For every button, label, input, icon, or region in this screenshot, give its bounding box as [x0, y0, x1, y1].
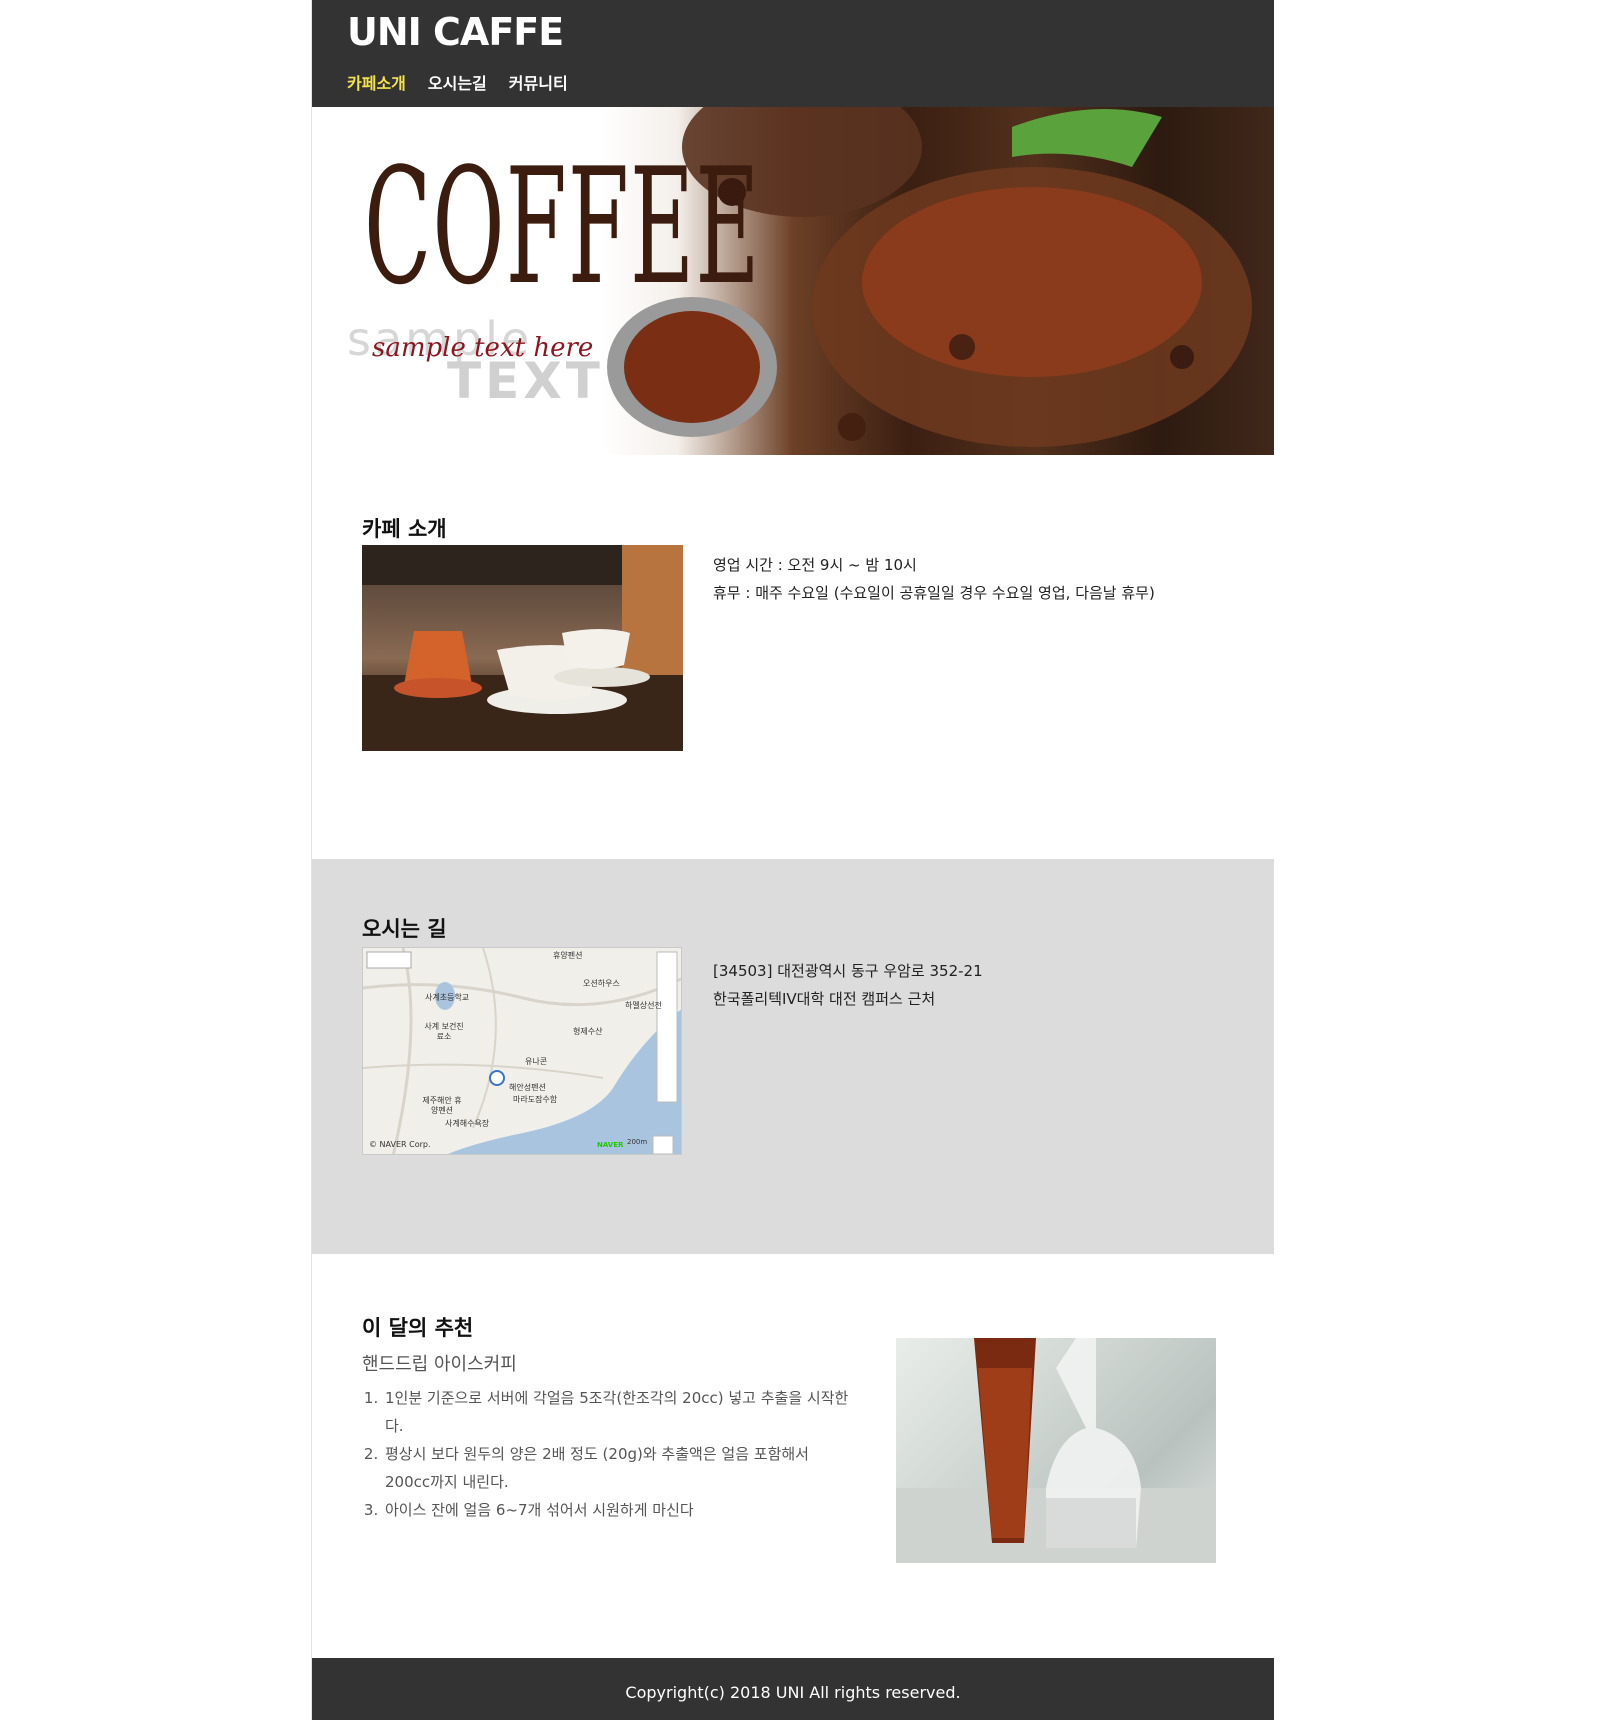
naver-logo: NAVER — [597, 1141, 624, 1149]
map-label-8: 제주해안 휴양펜션 — [422, 1096, 462, 1115]
hero-script-text: sample text here — [372, 333, 594, 363]
map-label-5: 사계 보건진료소 — [424, 1022, 464, 1041]
site-footer: Copyright(c) 2018 UNI All rights reserve… — [312, 1658, 1274, 1720]
map-label-2: 오션하우스 — [583, 979, 620, 988]
nav-item-community[interactable]: 커뮤니티 — [509, 70, 568, 94]
map-label-10: 마라도잠수함 — [513, 1095, 558, 1104]
recommend-subtitle: 핸드드립 아이스커피 — [362, 1354, 517, 1375]
map-label-9: 해안성펜션 — [509, 1083, 546, 1092]
map-copyright: © NAVER Corp. — [369, 1140, 431, 1149]
map-label-7: 유나콘 — [525, 1057, 548, 1066]
map-label-6: 형제수산 — [573, 1027, 603, 1036]
map-label-1: 휴양펜션 — [553, 951, 583, 960]
about-title: 카페 소개 — [362, 517, 447, 541]
map-label-3: 사계초등학교 — [425, 993, 470, 1002]
recommend-section: 이 달의 추천 핸드드립 아이스커피 1인분 기준으로 서버에 각얼음 5조각(… — [312, 1254, 1274, 1658]
hero-banner: COFFEE sample TEXT sample text here — [312, 107, 1274, 456]
iced-coffee-photo — [896, 1338, 1216, 1563]
nav-item-about[interactable]: 카페소개 — [347, 70, 406, 94]
recipe-step: 1인분 기준으로 서버에 각얼음 5조각(한조각의 20cc) 넣고 추출을 시… — [383, 1384, 853, 1440]
directions-section: 오시는 길 휴양펜션 오션하우스 사계초등학교 하멜상선전 사계 보건진료소 형… — [312, 859, 1274, 1254]
recommend-title: 이 달의 추천 — [362, 1316, 474, 1340]
copyright-text: Copyright(c) 2018 UNI All rights reserve… — [625, 1683, 961, 1702]
about-section: 카페 소개 영업 시간 : 오전 9시 ~ 밤 10시 휴무 : 매주 수요일 … — [312, 455, 1274, 859]
map-scale: 200m — [627, 1138, 648, 1146]
nav-item-directions[interactable]: 오시는길 — [428, 70, 487, 94]
site-logo[interactable]: UNI CAFFE — [347, 10, 564, 54]
recipe-step: 아이스 잔에 얼음 6~7개 섞어서 시원하게 마신다 — [383, 1496, 853, 1524]
map-label-4: 하멜상선전 — [625, 1001, 662, 1010]
address-note: 한국폴리텍IV대학 대전 캠퍼스 근처 — [713, 990, 936, 1008]
map-label-11: 사계해수욕장 — [445, 1119, 490, 1128]
main-nav: 카페소개 오시는길 커뮤니티 — [347, 70, 568, 94]
hero-title: COFFEE — [364, 133, 761, 320]
recipe-steps: 1인분 기준으로 서버에 각얼음 5조각(한조각의 20cc) 넣고 추출을 시… — [362, 1384, 853, 1524]
recipe-step: 평상시 보다 원두의 양은 2배 정도 (20g)와 추출액은 얼음 포함해서 … — [383, 1440, 853, 1496]
page: UNI CAFFE 카페소개 오시는길 커뮤니티 COFFEE sample T… — [311, 0, 1274, 1720]
cafe-photo — [362, 545, 683, 751]
address: [34503] 대전광역시 동구 우암로 352-21 — [713, 962, 983, 980]
business-hours: 영업 시간 : 오전 9시 ~ 밤 10시 — [713, 556, 917, 574]
site-header: UNI CAFFE 카페소개 오시는길 커뮤니티 — [312, 0, 1274, 107]
about-info: 영업 시간 : 오전 9시 ~ 밤 10시 휴무 : 매주 수요일 (수요일이 … — [713, 551, 1155, 607]
closed-days: 휴무 : 매주 수요일 (수요일이 공휴일일 경우 수요일 영업, 다음날 휴무… — [713, 584, 1155, 602]
directions-info: [34503] 대전광역시 동구 우암로 352-21 한국폴리텍IV대학 대전… — [713, 957, 983, 1013]
map-widget[interactable]: 휴양펜션 오션하우스 사계초등학교 하멜상선전 사계 보건진료소 형제수산 유나… — [362, 947, 682, 1155]
directions-title: 오시는 길 — [362, 917, 447, 941]
